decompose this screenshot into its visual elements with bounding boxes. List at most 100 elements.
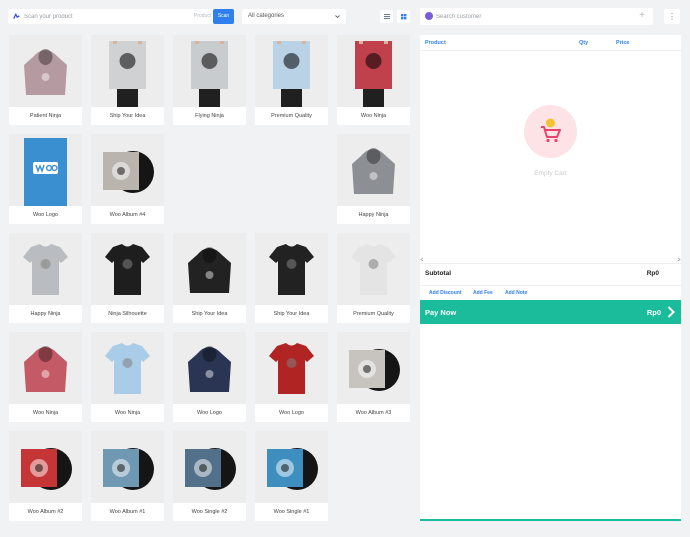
product-card[interactable]: Ship Your Idea [173, 233, 246, 323]
product-card[interactable]: Patient Ninja [9, 35, 82, 125]
product-image [173, 35, 246, 107]
scanner-icon [13, 13, 20, 19]
empty-cart-illustration [524, 105, 577, 158]
more-options-button[interactable]: ⋮ [664, 9, 680, 24]
product-card[interactable]: Happy Ninja [9, 233, 82, 323]
grid-icon [401, 14, 407, 20]
product-name: Woo Single #1 [273, 509, 310, 515]
product-card[interactable]: Woo Ninja [9, 332, 82, 422]
horizontal-scrollbar[interactable] [420, 257, 681, 262]
product-image [9, 431, 82, 503]
product-card[interactable]: Woo Album #4 [91, 134, 164, 224]
col-qty: Qty [579, 40, 589, 46]
add-customer-icon[interactable]: + [639, 10, 645, 22]
category-selected-label: All categories [248, 13, 285, 19]
product-name: Premium Quality [353, 311, 394, 317]
product-image [337, 35, 410, 107]
add-note-link[interactable]: Add Note [505, 290, 527, 296]
chevron-down-icon [335, 15, 340, 19]
grid-view-button[interactable] [397, 10, 410, 23]
product-name: Woo Logo [279, 410, 304, 416]
subtotal-row: Subtotal Rp0 [420, 263, 681, 283]
product-image [9, 134, 82, 206]
product-name: Premium Quality [271, 113, 312, 119]
product-image [255, 332, 328, 404]
product-card[interactable]: Ship Your Idea [255, 233, 328, 323]
user-icon [425, 12, 433, 20]
category-select[interactable]: All categories [242, 9, 346, 24]
product-scan-bar: Product Scan [8, 9, 234, 24]
product-card[interactable]: Ninja Silhouette [91, 233, 164, 323]
product-name: Happy Ninja [358, 212, 389, 218]
col-product: Product [425, 40, 446, 46]
add-discount-link[interactable]: Add Discount [429, 290, 462, 296]
product-card[interactable]: Ship Your Idea [91, 35, 164, 125]
product-image [337, 332, 410, 404]
product-name: Woo Ninja [114, 410, 141, 416]
product-card[interactable]: Woo Logo [255, 332, 328, 422]
customer-search-input[interactable] [436, 8, 626, 25]
product-name: Woo Logo [33, 212, 58, 218]
cart-lower-area [420, 324, 681, 521]
product-card[interactable]: Woo Album #2 [9, 431, 82, 521]
subtotal-value: Rp0 [646, 270, 659, 277]
product-name: Woo Logo [197, 410, 222, 416]
product-card[interactable]: Woo Ninja [91, 332, 164, 422]
product-card[interactable]: Woo Album #3 [337, 332, 410, 422]
customer-search-bar: + [420, 8, 653, 25]
product-card[interactable]: Woo Logo [173, 332, 246, 422]
list-icon [384, 14, 390, 19]
list-view-button[interactable] [380, 10, 393, 23]
product-name: Ship Your Idea [191, 311, 228, 317]
cart-header: Product Qty Price [420, 35, 681, 51]
product-image [255, 431, 328, 503]
product-card[interactable]: Premium Quality [337, 233, 410, 323]
product-image [91, 233, 164, 305]
product-image [255, 35, 328, 107]
product-name: Woo Album #2 [27, 509, 64, 515]
product-image [173, 431, 246, 503]
pay-now-label: Pay Now [425, 308, 457, 317]
empty-cart-text: Empty Cart [534, 170, 567, 177]
col-price: Price [616, 40, 630, 46]
pay-now-amount: Rp0 [646, 308, 661, 317]
search-type-tag[interactable]: Product [194, 13, 211, 19]
product-card[interactable]: Woo Ninja [337, 35, 410, 125]
product-image [337, 134, 410, 206]
product-name: Woo Ninja [32, 410, 59, 416]
product-name: Patient Ninja [29, 113, 62, 119]
product-image [91, 332, 164, 404]
product-name: Woo Album #3 [355, 410, 392, 416]
product-name: Flying Ninja [195, 113, 224, 119]
product-image [91, 35, 164, 107]
product-image [337, 233, 410, 305]
product-name: Ninja Silhouette [108, 311, 147, 317]
product-name: Woo Single #2 [191, 509, 228, 515]
product-card[interactable]: Woo Single #1 [255, 431, 328, 521]
product-image [9, 35, 82, 107]
cart-actions: Add Discount Add Fee Add Note [420, 285, 681, 299]
chevron-right-icon [667, 306, 675, 318]
product-image [173, 233, 246, 305]
product-search-input[interactable] [24, 9, 174, 24]
product-card[interactable]: Flying Ninja [173, 35, 246, 125]
product-image [255, 233, 328, 305]
product-card[interactable]: Premium Quality [255, 35, 328, 125]
product-card[interactable]: Woo Logo [9, 134, 82, 224]
product-image [91, 134, 164, 206]
subtotal-label: Subtotal [425, 270, 451, 277]
bottom-accent-line [420, 519, 681, 521]
product-name: Ship Your Idea [273, 311, 310, 317]
pay-now-button[interactable]: Pay Now Rp0 [420, 300, 681, 324]
cart-icon [541, 118, 561, 143]
cart-panel: Product Qty Price Empty Cart Subtotal Rp… [420, 35, 681, 521]
product-image [9, 332, 82, 404]
add-fee-link[interactable]: Add Fee [473, 290, 493, 296]
product-name: Woo Ninja [360, 113, 387, 119]
product-image [91, 431, 164, 503]
product-card[interactable]: Woo Single #2 [173, 431, 246, 521]
product-card[interactable]: Woo Album #1 [91, 431, 164, 521]
scan-button[interactable]: Scan [213, 9, 234, 24]
product-card[interactable]: Happy Ninja [337, 134, 410, 224]
product-name: Happy Ninja [30, 311, 61, 317]
